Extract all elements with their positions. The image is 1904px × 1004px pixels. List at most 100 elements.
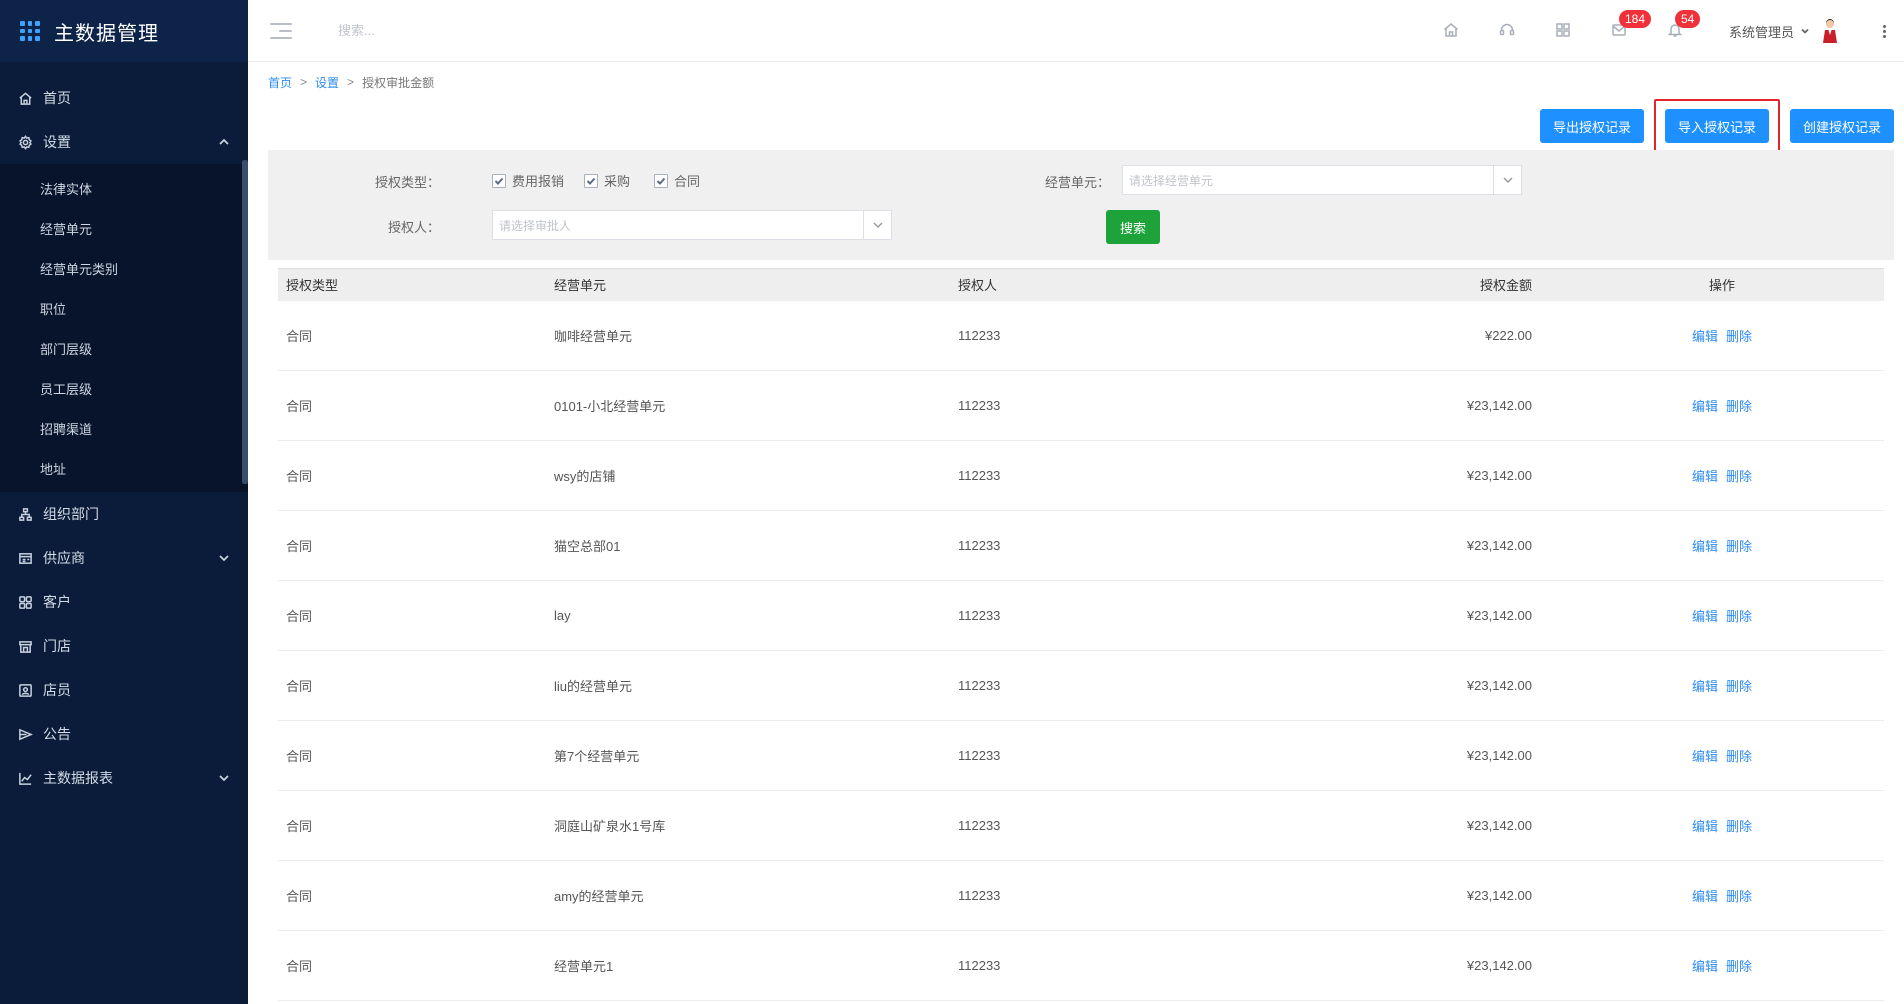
menu-toggle-icon[interactable]: [270, 22, 292, 39]
notifications-shortcut[interactable]: 54: [1647, 0, 1703, 62]
breadcrumb-home[interactable]: 首页: [268, 74, 292, 91]
cell-approver: 112233: [958, 818, 1001, 833]
delete-link[interactable]: 删除: [1726, 679, 1752, 694]
cell-amount: ¥23,142.00: [1466, 608, 1532, 623]
table-row: 合同 猫空总部01 112233 ¥23,142.00 编辑 删除: [278, 511, 1884, 581]
supplier-icon: [16, 549, 34, 567]
table-row: 合同 洞庭山矿泉水1号库 112233 ¥23,142.00 编辑 删除: [278, 791, 1884, 861]
sidebar-subitem-business-unit[interactable]: 经营单元: [0, 208, 248, 248]
messages-shortcut[interactable]: 184: [1591, 0, 1652, 62]
approver-select[interactable]: 请选择审批人: [492, 210, 892, 240]
support-shortcut[interactable]: [1479, 0, 1535, 62]
sidebar-item-supplier[interactable]: 供应商: [0, 536, 248, 580]
edit-link[interactable]: 编辑: [1692, 889, 1718, 904]
type-checkbox-contract[interactable]: 合同: [654, 171, 700, 190]
cell-amount: ¥23,142.00: [1466, 888, 1532, 903]
create-record-button[interactable]: 创建授权记录: [1789, 109, 1894, 143]
delete-link[interactable]: 删除: [1726, 329, 1752, 344]
sidebar-item-store[interactable]: 门店: [0, 624, 248, 668]
unit-select[interactable]: 请选择经营单元: [1122, 165, 1522, 195]
home-shortcut[interactable]: [1423, 0, 1479, 62]
user-menu[interactable]: 系统管理员: [1729, 18, 1840, 44]
breadcrumb: 首页 > 设置 > 授权审批金额: [258, 62, 1894, 102]
app-logo[interactable]: 主数据管理: [0, 0, 248, 62]
report-icon: [16, 769, 34, 787]
cell-actions: 编辑 删除: [1560, 371, 1884, 441]
cell-approver: 112233: [958, 958, 1001, 973]
cell-amount: ¥23,142.00: [1466, 748, 1532, 763]
sidebar-item-clerk[interactable]: 店员: [0, 668, 248, 712]
sidebar-item-settings[interactable]: 设置: [0, 120, 248, 164]
sidebar-item-customer[interactable]: 客户: [0, 580, 248, 624]
delete-link[interactable]: 删除: [1726, 959, 1752, 974]
edit-link[interactable]: 编辑: [1692, 749, 1718, 764]
column-header-actions: 操作: [1560, 268, 1884, 301]
sidebar-item-announcement[interactable]: 公告: [0, 712, 248, 756]
announce-icon: [16, 725, 34, 743]
edit-link[interactable]: 编辑: [1692, 609, 1718, 624]
sidebar-subitem-position[interactable]: 职位: [0, 288, 248, 328]
sidebar-item-report[interactable]: 主数据报表: [0, 756, 248, 800]
cell-amount: ¥23,142.00: [1466, 818, 1532, 833]
app-title: 主数据管理: [54, 22, 159, 45]
sidebar-item-org[interactable]: 组织部门: [0, 492, 248, 536]
app-grid-icon: [20, 21, 40, 41]
delete-link[interactable]: 删除: [1726, 399, 1752, 414]
edit-link[interactable]: 编辑: [1692, 469, 1718, 484]
table-row: 合同 经营单元1 112233 ¥23,142.00 编辑 删除: [278, 931, 1884, 1001]
type-checkbox-expense[interactable]: 费用报销: [492, 171, 564, 190]
sidebar-item-label: 主数据报表: [43, 770, 113, 786]
type-checkbox-purchase[interactable]: 采购: [584, 171, 630, 190]
sidebar-subitem-legal-entity[interactable]: 法律实体: [0, 168, 248, 208]
cell-approver: 112233: [958, 398, 1001, 413]
edit-link[interactable]: 编辑: [1692, 679, 1718, 694]
main-content: 首页 > 设置 > 授权审批金额 导出授权记录 导入授权记录 创建授权记录 授权…: [248, 62, 1904, 1004]
sidebar-subitem-staff-level[interactable]: 员工层级: [0, 368, 248, 408]
breadcrumb-settings[interactable]: 设置: [315, 74, 339, 91]
table-header-row: 授权类型 经营单元 授权人 授权金额 操作: [278, 268, 1884, 301]
edit-link[interactable]: 编辑: [1692, 399, 1718, 414]
sidebar-item-label: 公告: [43, 726, 71, 742]
cell-type: 合同: [286, 959, 313, 974]
sidebar-item-label: 供应商: [43, 550, 85, 566]
search-button[interactable]: 搜索: [1106, 210, 1160, 244]
cell-unit: 猫空总部01: [554, 539, 621, 554]
delete-link[interactable]: 删除: [1726, 539, 1752, 554]
sidebar-subitem-business-unit-type[interactable]: 经营单元类别: [0, 248, 248, 288]
search-input[interactable]: [338, 23, 638, 38]
delete-link[interactable]: 删除: [1726, 609, 1752, 624]
chevron-down-icon: [1493, 166, 1521, 194]
edit-link[interactable]: 编辑: [1692, 959, 1718, 974]
cell-amount: ¥23,142.00: [1466, 958, 1532, 973]
table-body: 合同 咖啡经营单元 112233 ¥222.00 编辑 删除 合同 0101-小北经营单元 11…: [278, 301, 1884, 1001]
user-name: 系统管理员: [1728, 24, 1794, 40]
cell-approver: 112233: [958, 678, 1001, 693]
edit-link[interactable]: 编辑: [1692, 819, 1718, 834]
cell-actions: 编辑 删除: [1560, 441, 1884, 511]
delete-link[interactable]: 删除: [1726, 469, 1752, 484]
import-records-button[interactable]: 导入授权记录: [1664, 109, 1769, 143]
delete-link[interactable]: 删除: [1726, 889, 1752, 904]
cell-type: 合同: [286, 749, 313, 764]
cell-type: 合同: [286, 609, 313, 624]
checkbox-checked-icon: [584, 173, 598, 188]
apps-shortcut[interactable]: [1535, 0, 1591, 62]
export-records-button[interactable]: 导出授权记录: [1539, 109, 1644, 143]
sidebar-subitem-dept-level[interactable]: 部门层级: [0, 328, 248, 368]
edit-link[interactable]: 编辑: [1692, 329, 1718, 344]
column-header-type: 授权类型: [278, 268, 546, 301]
table-row: 合同 0101-小北经营单元 112233 ¥23,142.00 编辑 删除: [278, 371, 1884, 441]
sidebar-item-home[interactable]: 首页: [0, 76, 248, 120]
cell-type: 合同: [286, 889, 313, 904]
header-icons: 184 54 系统管理员: [1423, 0, 1904, 62]
delete-link[interactable]: 删除: [1726, 819, 1752, 834]
edit-link[interactable]: 编辑: [1692, 539, 1718, 554]
more-options-icon[interactable]: [1872, 24, 1896, 39]
sidebar-item-label: 设置: [43, 134, 71, 150]
apps-grid-icon: [1554, 21, 1572, 42]
sidebar-subitem-recruit-channel[interactable]: 招聘渠道: [0, 408, 248, 448]
table-row: 合同 咖啡经营单元 112233 ¥222.00 编辑 删除: [278, 301, 1884, 371]
delete-link[interactable]: 删除: [1726, 749, 1752, 764]
sidebar-subitem-address[interactable]: 地址: [0, 448, 248, 488]
sidebar-nav: 首页 设置 法律实体 经营单元 经营单元类别 职位 部门层级 员工层级 招聘渠道…: [0, 62, 248, 800]
